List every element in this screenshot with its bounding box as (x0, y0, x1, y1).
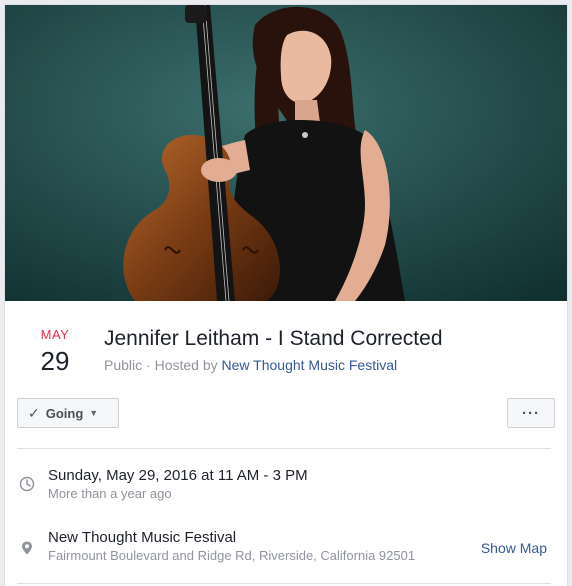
event-time: Sunday, May 29, 2016 at 11 AM - 3 PM (48, 467, 308, 484)
event-cover-photo[interactable] (5, 5, 567, 301)
check-icon: ✓ (28, 404, 40, 421)
section-divider (17, 448, 551, 449)
place-address: Fairmount Boulevard and Ridge Rd, Rivers… (48, 548, 416, 563)
host-link[interactable]: New Thought Music Festival (222, 357, 398, 373)
event-card: MAY 29 Jennifer Leitham - I Stand Correc… (4, 4, 568, 586)
going-button[interactable]: ✓ Going ▼ (17, 398, 119, 428)
event-date-badge: MAY 29 (29, 327, 81, 377)
event-month: MAY (40, 327, 70, 342)
more-options-button[interactable]: ··· (507, 398, 555, 428)
event-time-relative: More than a year ago (48, 486, 172, 501)
event-location-text: New Thought Music Festival Fairmount Bou… (48, 528, 465, 563)
meta-separator: · (146, 357, 155, 373)
hosted-by-prefix: Hosted by (154, 357, 218, 373)
cover-illustration (5, 5, 567, 301)
bottom-divider (17, 583, 551, 584)
map-pin-icon (22, 541, 32, 555)
event-header: Jennifer Leitham - I Stand Corrected Pub… (104, 325, 547, 373)
event-visibility: Public (104, 357, 143, 373)
event-meta: Public · Hosted by New Thought Music Fes… (104, 357, 547, 373)
event-time-text: Sunday, May 29, 2016 at 11 AM - 3 PM Mor… (48, 466, 465, 501)
place-name[interactable]: New Thought Music Festival (48, 528, 465, 547)
event-title: Jennifer Leitham - I Stand Corrected (104, 327, 443, 350)
clock-icon (19, 476, 35, 492)
event-day: 29 (40, 346, 70, 376)
caret-down-icon: ▼ (89, 408, 99, 418)
going-label: Going (45, 405, 84, 421)
show-map-link[interactable]: Show Map (481, 540, 547, 556)
